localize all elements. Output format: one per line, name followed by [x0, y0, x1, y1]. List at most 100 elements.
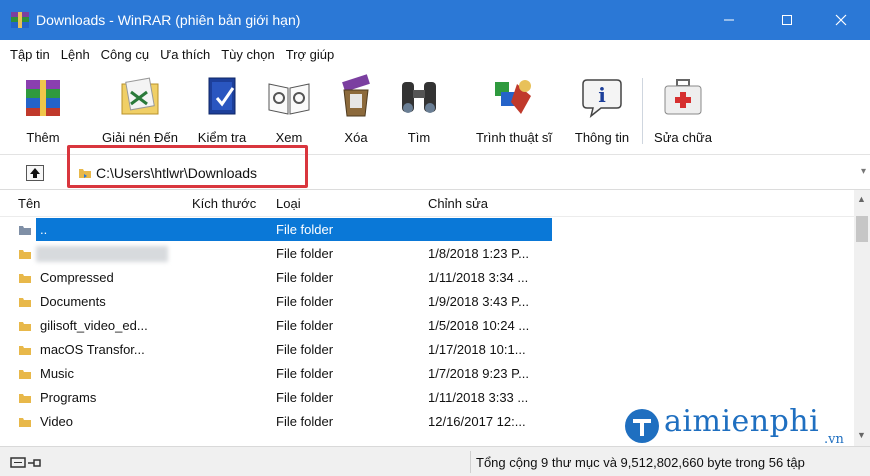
parent-folder-icon: [19, 226, 31, 235]
table-row[interactable]: macOS Transfor... File folder 1/17/2018 …: [0, 338, 854, 362]
extract-to-button[interactable]: Giải nén Đến: [92, 74, 188, 152]
wizard-icon: [495, 80, 531, 114]
folder-icon: [19, 346, 31, 355]
add-button[interactable]: Thêm: [22, 74, 64, 152]
file-type: File folder: [276, 414, 334, 429]
scroll-up-icon[interactable]: ▲: [857, 194, 866, 204]
status-bar: Tổng cộng 9 thư mục và 9,512,802,660 byt…: [0, 446, 870, 476]
folder-icon: [19, 274, 31, 283]
file-type: File folder: [276, 270, 334, 285]
file-modified: 1/7/2018 9:23 P...: [428, 366, 529, 381]
toolbar: Thêm Giải nén Đến Kiểm tra Xem Xóa Tìm T…: [0, 68, 870, 154]
file-type: File folder: [276, 342, 334, 357]
view-button[interactable]: Xem: [264, 74, 314, 152]
file-modified: 1/11/2018 3:33 ...: [428, 390, 529, 405]
minimize-button[interactable]: [700, 0, 758, 40]
maximize-button[interactable]: [758, 0, 816, 40]
test-label: Kiểm tra: [197, 130, 247, 145]
find-label: Tìm: [407, 130, 431, 145]
extract-to-icon: [121, 77, 159, 115]
file-name: Compressed: [40, 270, 114, 285]
table-row[interactable]: Compressed File folder 1/11/2018 3:34 ..…: [0, 266, 854, 290]
repair-kit-icon: [664, 79, 702, 115]
folder-icon: [19, 418, 31, 427]
find-binoculars-icon: [402, 82, 436, 113]
table-row[interactable]: Music File folder 1/7/2018 9:23 P...: [0, 362, 854, 386]
folder-icon: [19, 370, 31, 379]
watermark-text: aimienphi: [664, 404, 820, 439]
file-type: File folder: [276, 246, 334, 261]
table-row[interactable]: .. File folder: [0, 218, 854, 242]
file-modified: 12/16/2017 12:...: [428, 414, 526, 429]
folder-icon: [79, 169, 91, 178]
table-row[interactable]: File folder 1/8/2018 1:23 P...: [0, 242, 854, 266]
file-name: Video: [40, 414, 74, 429]
up-folder-button[interactable]: [26, 165, 44, 181]
menu-help[interactable]: Trợ giúp: [286, 47, 335, 62]
folder-icon: [19, 322, 31, 331]
close-icon: [835, 14, 847, 26]
extract-to-label: Giải nén Đến: [102, 130, 178, 145]
menu-tools[interactable]: Công cụ: [101, 47, 149, 62]
up-arrow-icon: [30, 168, 40, 178]
watermark: aimienphi .vn: [624, 398, 864, 452]
toolbar-divider: [642, 78, 643, 144]
file-type: File folder: [276, 294, 334, 309]
column-type[interactable]: Loại: [276, 196, 301, 211]
file-name: ..: [40, 222, 48, 237]
window-title: Downloads - WinRAR (phiên bản giới hạn): [36, 12, 301, 28]
file-modified: 1/8/2018 1:23 P...: [428, 246, 529, 261]
table-row[interactable]: Documents File folder 1/9/2018 3:43 P...: [0, 290, 854, 314]
view-label: Xem: [275, 130, 303, 145]
menu-favorites[interactable]: Ưa thích: [160, 47, 210, 62]
watermark-domain: .vn: [824, 432, 844, 447]
file-name: gilisoft_video_ed...: [40, 318, 148, 333]
status-text: Tổng cộng 9 thư mục và 9,512,802,660 byt…: [476, 455, 805, 470]
path-field[interactable]: C:\Users\htlwr\Downloads ▾: [66, 158, 866, 187]
maximize-icon: [782, 15, 792, 25]
address-bar: C:\Users\htlwr\Downloads ▾: [0, 154, 870, 190]
menu-file[interactable]: Tập tin: [10, 47, 50, 62]
close-button[interactable]: [812, 0, 870, 40]
info-icon: i: [582, 79, 622, 118]
scroll-thumb[interactable]: [856, 216, 868, 242]
chevron-down-icon[interactable]: ▾: [861, 166, 866, 177]
repair-button[interactable]: Sửa chữa: [648, 74, 718, 152]
folder-icon: [19, 298, 31, 307]
file-type: File folder: [276, 222, 334, 237]
menu-options[interactable]: Tùy chọn: [221, 47, 274, 62]
find-button[interactable]: Tìm: [396, 74, 442, 152]
menu-commands[interactable]: Lệnh: [61, 47, 90, 62]
column-size[interactable]: Kích thước: [192, 196, 256, 211]
drive-icon[interactable]: [10, 456, 44, 470]
file-name: Programs: [40, 390, 97, 405]
status-divider: [470, 451, 471, 473]
view-book-icon: [268, 83, 310, 115]
file-type: File folder: [276, 318, 334, 333]
table-row[interactable]: gilisoft_video_ed... File folder 1/5/201…: [0, 314, 854, 338]
info-label: Thông tin: [574, 130, 630, 145]
file-modified: 1/11/2018 3:34 ...: [428, 270, 529, 285]
list-header: Tên Kích thước Loại Chỉnh sửa: [0, 190, 854, 217]
wizard-button[interactable]: Trình thuật sĩ: [466, 74, 562, 152]
file-type: File folder: [276, 366, 334, 381]
repair-label: Sửa chữa: [654, 130, 712, 145]
add-label: Thêm: [26, 130, 60, 145]
title-bar: Downloads - WinRAR (phiên bản giới hạn): [0, 0, 870, 40]
delete-bin-icon: [342, 74, 370, 117]
file-name: Music: [40, 366, 74, 381]
winrar-app-icon: [10, 11, 30, 29]
column-modified[interactable]: Chỉnh sửa: [428, 196, 488, 211]
path-text: C:\Users\htlwr\Downloads: [96, 165, 258, 181]
add-archive-icon: [26, 80, 60, 116]
folder-icon: [19, 394, 31, 403]
file-name: Documents: [40, 294, 106, 309]
svg-text:i: i: [598, 83, 606, 107]
wizard-label: Trình thuật sĩ: [475, 130, 553, 145]
test-button[interactable]: Kiểm tra: [192, 74, 252, 152]
test-archive-icon: [208, 77, 236, 115]
menu-bar: Tập tin Lệnh Công cụ Ưa thích Tùy chọn T…: [0, 40, 870, 68]
info-button[interactable]: i Thông tin: [566, 74, 638, 152]
delete-button[interactable]: Xóa: [334, 74, 378, 152]
column-name[interactable]: Tên: [18, 196, 40, 211]
